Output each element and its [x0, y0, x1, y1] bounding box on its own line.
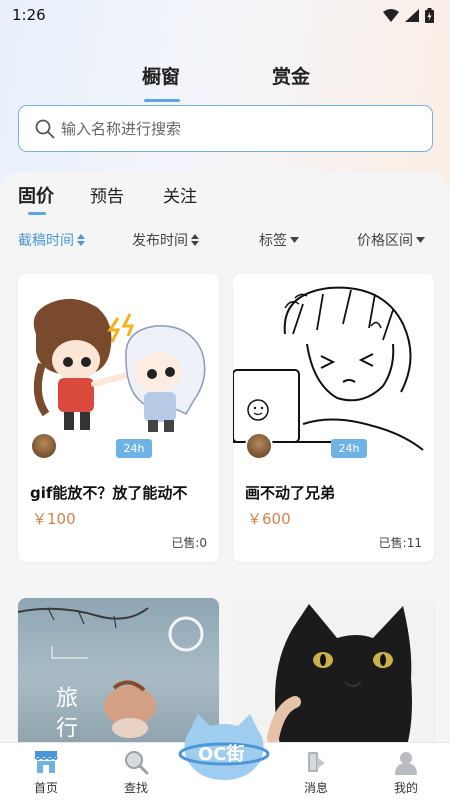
search-placeholder: 输入名称进行搜索 [61, 120, 182, 138]
tab-bounty[interactable]: 赏金 [272, 62, 310, 89]
filter-bar: 截稿时间 发布时间 标签 价格区间 [0, 230, 450, 252]
nav-profile[interactable]: 我的 [376, 743, 436, 800]
artist-avatar[interactable] [30, 432, 58, 460]
nav-search-label: 查找 [123, 781, 148, 795]
filter-deadline[interactable]: 截稿时间 [18, 230, 85, 250]
card-sold-count: 已售:11 [378, 536, 422, 550]
filter-deadline-label: 截稿时间 [18, 233, 74, 249]
top-tabs: 橱窗 赏金 [0, 62, 450, 102]
tab-follow[interactable]: 关注 [163, 182, 197, 207]
filter-price-range[interactable]: 价格区间 [357, 230, 425, 250]
status-bar: 1:26 [0, 0, 450, 30]
delivery-badge: 24h [331, 439, 367, 458]
search-input[interactable]: 输入名称进行搜索 [18, 105, 433, 152]
artwork-text: 旅行 [52, 686, 77, 746]
filter-publish-label: 发布时间 [132, 233, 188, 249]
top-tab-indicator [144, 99, 180, 102]
filter-tags-label: 标签 [259, 233, 287, 249]
app-logo-button[interactable]: OC街 [176, 712, 272, 782]
chevron-down-icon [416, 237, 425, 243]
sub-tabs: 固价 预告 关注 [0, 182, 450, 222]
card-sold-count: 已售:0 [171, 536, 207, 550]
artwork-card[interactable]: 24h 画不动了兄弟 ￥600 已售:11 [233, 274, 434, 562]
card-price: ￥100 [32, 510, 76, 528]
tab-showcase[interactable]: 橱窗 [142, 62, 180, 89]
card-price: ￥600 [247, 510, 291, 528]
nav-messages-label: 消息 [303, 781, 328, 795]
card-title: gif能放不？放了能动不 [30, 484, 188, 502]
delivery-badge: 24h [116, 439, 152, 458]
nav-messages[interactable]: 消息 [286, 743, 346, 800]
card-title: 画不动了兄弟 [245, 484, 336, 502]
magnifier-icon [125, 751, 149, 775]
search-icon [35, 119, 55, 138]
tab-preview[interactable]: 预告 [90, 182, 124, 207]
storefront-icon [34, 751, 58, 773]
artist-avatar[interactable] [245, 432, 273, 460]
sort-icon [77, 234, 85, 246]
nav-search[interactable]: 查找 [106, 743, 166, 800]
artwork-card[interactable]: 24h gif能放不？放了能动不 ￥100 已售:0 [18, 274, 219, 562]
tab-fixed-price[interactable]: 固价 [18, 182, 54, 208]
nav-profile-label: 我的 [393, 781, 418, 795]
message-icon [308, 752, 325, 772]
filter-tags[interactable]: 标签 [259, 230, 299, 250]
filter-price-label: 价格区间 [357, 233, 413, 249]
wifi-icon [383, 8, 399, 22]
status-icons [383, 7, 434, 23]
status-time: 1:26 [12, 6, 46, 24]
logo-text: OC街 [198, 744, 245, 765]
nav-home[interactable]: 首页 [16, 743, 76, 800]
sub-tab-indicator [28, 212, 46, 215]
user-icon [395, 752, 417, 775]
sort-icon [191, 234, 199, 246]
battery-icon [425, 7, 434, 23]
signal-icon [405, 8, 419, 22]
nav-home-label: 首页 [33, 781, 58, 795]
filter-publish-time[interactable]: 发布时间 [132, 230, 199, 250]
chevron-down-icon [290, 237, 299, 243]
